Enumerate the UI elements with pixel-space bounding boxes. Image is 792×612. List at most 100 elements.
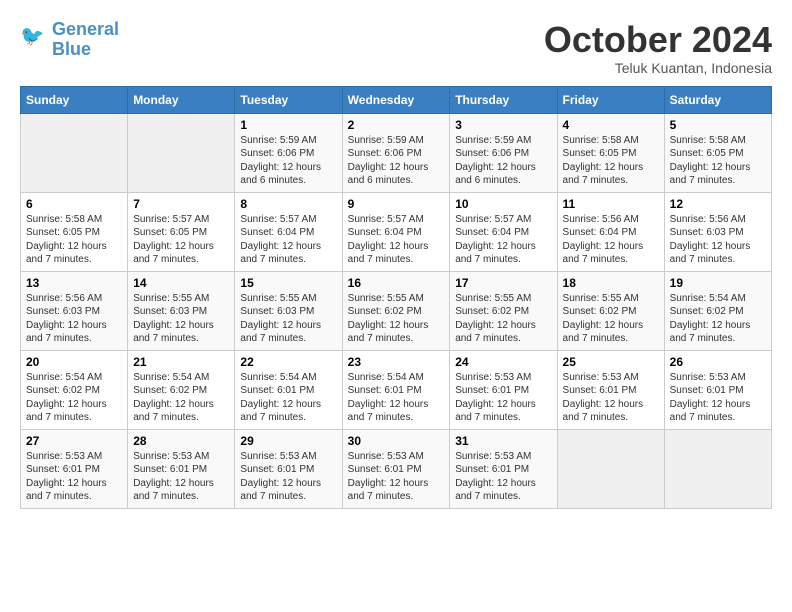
day-number: 2 [348,118,445,132]
title-block: October 2024 Teluk Kuantan, Indonesia [544,20,772,76]
day-cell: 7 Sunrise: 5:57 AM Sunset: 6:05 PM Daylig… [128,192,235,271]
day-detail: Sunrise: 5:59 AM Sunset: 6:06 PM Dayligh… [455,134,551,188]
day-detail: Sunrise: 5:58 AM Sunset: 6:05 PM Dayligh… [563,134,659,188]
page-header: 🐦 General Blue October 2024 Teluk Kuanta… [20,20,772,76]
day-detail: Sunrise: 5:57 AM Sunset: 6:04 PM Dayligh… [455,213,551,267]
day-detail: Sunrise: 5:53 AM Sunset: 6:01 PM Dayligh… [26,450,122,504]
day-detail: Sunrise: 5:53 AM Sunset: 6:01 PM Dayligh… [133,450,229,504]
day-number: 25 [563,355,659,369]
day-cell: 31 Sunrise: 5:53 AM Sunset: 6:01 PM Dayli… [450,429,557,508]
day-cell [21,113,128,192]
header-cell-sunday: Sunday [21,86,128,113]
day-number: 6 [26,197,122,211]
day-cell: 26Sunrise: 5:53 AM Sunset: 6:01 PM Dayli… [664,350,771,429]
day-number: 24 [455,355,551,369]
day-cell: 12 Sunrise: 5:56 AM Sunset: 6:03 PM Dayli… [664,192,771,271]
day-cell: 1 Sunrise: 5:59 AM Sunset: 6:06 PM Daylig… [235,113,342,192]
logo-text: General Blue [52,20,119,60]
day-cell: 13Sunrise: 5:56 AM Sunset: 6:03 PM Dayli… [21,271,128,350]
day-number: 18 [563,276,659,290]
header-cell-monday: Monday [128,86,235,113]
day-detail: Sunrise: 5:57 AM Sunset: 6:04 PM Dayligh… [348,213,445,267]
day-number: 10 [455,197,551,211]
day-detail: Sunrise: 5:56 AM Sunset: 6:03 PM Dayligh… [670,213,766,267]
day-number: 17 [455,276,551,290]
day-detail: Sunrise: 5:58 AM Sunset: 6:05 PM Dayligh… [670,134,766,188]
day-cell: 15 Sunrise: 5:55 AM Sunset: 6:03 PM Dayli… [235,271,342,350]
day-detail: Sunrise: 5:53 AM Sunset: 6:01 PM Dayligh… [348,450,445,504]
day-detail: Sunrise: 5:56 AM Sunset: 6:04 PM Dayligh… [563,213,659,267]
day-cell: 23 Sunrise: 5:54 AM Sunset: 6:01 PM Dayli… [342,350,450,429]
day-cell: 6 Sunrise: 5:58 AM Sunset: 6:05 PM Daylig… [21,192,128,271]
day-number: 20 [26,355,122,369]
day-detail: Sunrise: 5:54 AM Sunset: 6:02 PM Dayligh… [26,371,122,425]
day-number: 31 [455,434,551,448]
day-detail: Sunrise: 5:55 AM Sunset: 6:02 PM Dayligh… [455,292,551,346]
day-number: 3 [455,118,551,132]
day-number: 19 [670,276,766,290]
day-detail: Sunrise: 5:57 AM Sunset: 6:04 PM Dayligh… [240,213,336,267]
day-number: 7 [133,197,229,211]
header-cell-saturday: Saturday [664,86,771,113]
day-cell: 8 Sunrise: 5:57 AM Sunset: 6:04 PM Daylig… [235,192,342,271]
week-row-3: 13Sunrise: 5:56 AM Sunset: 6:03 PM Dayli… [21,271,772,350]
day-cell: 3 Sunrise: 5:59 AM Sunset: 6:06 PM Daylig… [450,113,557,192]
logo: 🐦 General Blue [20,20,119,60]
day-cell: 18 Sunrise: 5:55 AM Sunset: 6:02 PM Dayli… [557,271,664,350]
calendar-table: SundayMondayTuesdayWednesdayThursdayFrid… [20,86,772,509]
day-cell [664,429,771,508]
day-number: 5 [670,118,766,132]
day-number: 8 [240,197,336,211]
day-number: 27 [26,434,122,448]
week-row-2: 6 Sunrise: 5:58 AM Sunset: 6:05 PM Daylig… [21,192,772,271]
day-number: 11 [563,197,659,211]
svg-text:🐦: 🐦 [20,26,44,48]
day-number: 9 [348,197,445,211]
day-detail: Sunrise: 5:57 AM Sunset: 6:05 PM Dayligh… [133,213,229,267]
day-cell: 25 Sunrise: 5:53 AM Sunset: 6:01 PM Dayli… [557,350,664,429]
day-cell: 22 Sunrise: 5:54 AM Sunset: 6:01 PM Dayli… [235,350,342,429]
day-cell: 29Sunrise: 5:53 AM Sunset: 6:01 PM Dayli… [235,429,342,508]
calendar-header-row: SundayMondayTuesdayWednesdayThursdayFrid… [21,86,772,113]
header-cell-friday: Friday [557,86,664,113]
day-number: 14 [133,276,229,290]
day-number: 13 [26,276,122,290]
day-cell: 17 Sunrise: 5:55 AM Sunset: 6:02 PM Dayli… [450,271,557,350]
day-detail: Sunrise: 5:54 AM Sunset: 6:02 PM Dayligh… [670,292,766,346]
day-cell: 14Sunrise: 5:55 AM Sunset: 6:03 PM Dayli… [128,271,235,350]
day-cell [128,113,235,192]
day-number: 28 [133,434,229,448]
header-cell-tuesday: Tuesday [235,86,342,113]
logo-icon: 🐦 [20,23,48,51]
day-cell: 20 Sunrise: 5:54 AM Sunset: 6:02 PM Dayli… [21,350,128,429]
day-detail: Sunrise: 5:53 AM Sunset: 6:01 PM Dayligh… [455,371,551,425]
day-cell: 5 Sunrise: 5:58 AM Sunset: 6:05 PM Daylig… [664,113,771,192]
day-detail: Sunrise: 5:53 AM Sunset: 6:01 PM Dayligh… [670,371,766,425]
day-number: 1 [240,118,336,132]
day-detail: Sunrise: 5:53 AM Sunset: 6:01 PM Dayligh… [563,371,659,425]
day-detail: Sunrise: 5:54 AM Sunset: 6:01 PM Dayligh… [348,371,445,425]
day-number: 30 [348,434,445,448]
day-cell: 10 Sunrise: 5:57 AM Sunset: 6:04 PM Dayli… [450,192,557,271]
day-number: 23 [348,355,445,369]
header-cell-wednesday: Wednesday [342,86,450,113]
day-detail: Sunrise: 5:54 AM Sunset: 6:01 PM Dayligh… [240,371,336,425]
day-cell: 28 Sunrise: 5:53 AM Sunset: 6:01 PM Dayli… [128,429,235,508]
day-number: 15 [240,276,336,290]
week-row-1: 1 Sunrise: 5:59 AM Sunset: 6:06 PM Daylig… [21,113,772,192]
day-detail: Sunrise: 5:59 AM Sunset: 6:06 PM Dayligh… [240,134,336,188]
day-number: 12 [670,197,766,211]
month-title: October 2024 [544,20,772,60]
header-cell-thursday: Thursday [450,86,557,113]
day-number: 16 [348,276,445,290]
week-row-5: 27 Sunrise: 5:53 AM Sunset: 6:01 PM Dayli… [21,429,772,508]
location-subtitle: Teluk Kuantan, Indonesia [544,60,772,76]
day-detail: Sunrise: 5:53 AM Sunset: 6:01 PM Dayligh… [455,450,551,504]
day-detail: Sunrise: 5:54 AM Sunset: 6:02 PM Dayligh… [133,371,229,425]
day-detail: Sunrise: 5:55 AM Sunset: 6:03 PM Dayligh… [240,292,336,346]
day-number: 22 [240,355,336,369]
day-detail: Sunrise: 5:55 AM Sunset: 6:02 PM Dayligh… [563,292,659,346]
day-detail: Sunrise: 5:59 AM Sunset: 6:06 PM Dayligh… [348,134,445,188]
day-detail: Sunrise: 5:58 AM Sunset: 6:05 PM Dayligh… [26,213,122,267]
day-number: 29 [240,434,336,448]
